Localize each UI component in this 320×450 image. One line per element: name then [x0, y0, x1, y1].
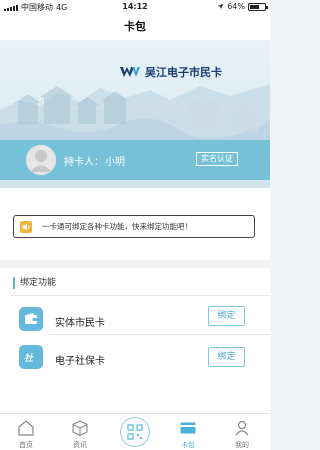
row-divider	[50, 334, 270, 335]
home-icon	[18, 420, 34, 436]
tab-home[interactable]: 首页	[6, 414, 46, 450]
notice-text: 一卡通可绑定各种卡功能，快来绑定功能吧！	[42, 222, 192, 231]
e-social-card-label: 电子社保卡	[55, 356, 105, 367]
tab-card-wallet-label: 卡包	[181, 441, 195, 449]
status-right: 64%	[217, 2, 268, 11]
user-icon	[235, 420, 249, 436]
card-brand-name: 吴江电子市民卡	[145, 66, 222, 79]
svg-text:社: 社	[24, 353, 34, 363]
avatar[interactable]	[26, 145, 56, 175]
battery-percent: 64%	[227, 2, 245, 11]
section-divider	[10, 295, 270, 296]
bind-section	[0, 268, 270, 413]
holder-label: 持卡人：	[64, 157, 104, 168]
status-bar: 中国移动 4G 14:12 64%	[0, 0, 270, 14]
tab-card-wallet[interactable]: 卡包	[168, 414, 208, 450]
tab-mine-label: 我的	[235, 441, 249, 449]
location-arrow-icon	[217, 3, 224, 10]
section-title: 绑定功能	[13, 277, 56, 289]
tab-news-label: 资讯	[73, 441, 87, 449]
bind-e-social-card-button[interactable]: 绑定	[208, 347, 245, 367]
holder-name: 小明	[105, 157, 125, 168]
speaker-icon	[20, 221, 32, 233]
qr-scan-icon	[127, 424, 143, 440]
avatar-placeholder-icon	[26, 145, 56, 175]
wallet-icon	[19, 307, 43, 331]
real-name-verify-button[interactable]: 实名认证	[196, 152, 238, 166]
card-icon	[180, 422, 196, 434]
battery-icon	[248, 2, 268, 11]
bind-physical-card-button[interactable]: 绑定	[208, 306, 245, 326]
card-logo: 吴江电子市民卡	[120, 64, 222, 80]
citizen-card[interactable]: 吴江电子市民卡 持卡人： 小明 实名认证	[0, 40, 270, 188]
notice-banner: 一卡通可绑定各种卡功能，快来绑定功能吧！	[13, 215, 255, 238]
page-title: 卡包	[0, 14, 270, 40]
tab-home-label: 首页	[19, 441, 33, 449]
tab-mine[interactable]: 我的	[222, 414, 262, 450]
qr-scan-button[interactable]	[120, 417, 150, 447]
bottom-tab-bar: 首页 资讯 卡包 我的	[0, 413, 270, 450]
tab-news[interactable]: 资讯	[60, 414, 100, 450]
cube-icon	[72, 420, 88, 437]
physical-card-label: 实体市民卡	[55, 318, 105, 329]
brand-logo-icon	[120, 67, 140, 77]
social-security-icon: 社	[19, 345, 43, 369]
